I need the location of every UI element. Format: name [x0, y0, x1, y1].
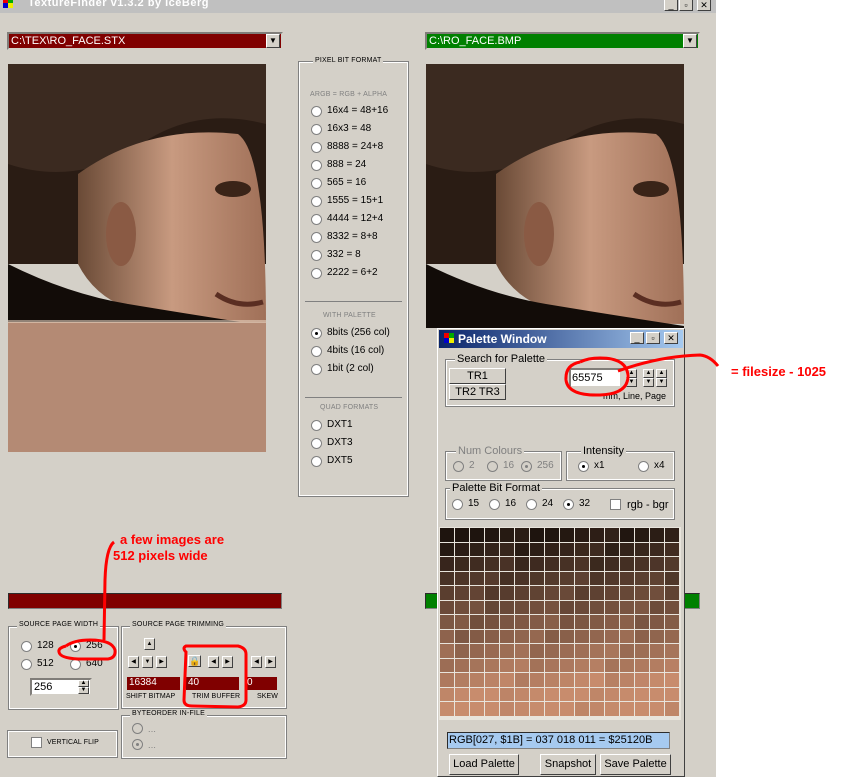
wide-annotation-line2: 512 pixels wide: [113, 548, 208, 563]
annotation-overlay: [57, 353, 720, 709]
wide-annotation-line1: a few images are: [120, 532, 225, 547]
filesize-annotation: = filesize - 1025: [731, 364, 827, 379]
